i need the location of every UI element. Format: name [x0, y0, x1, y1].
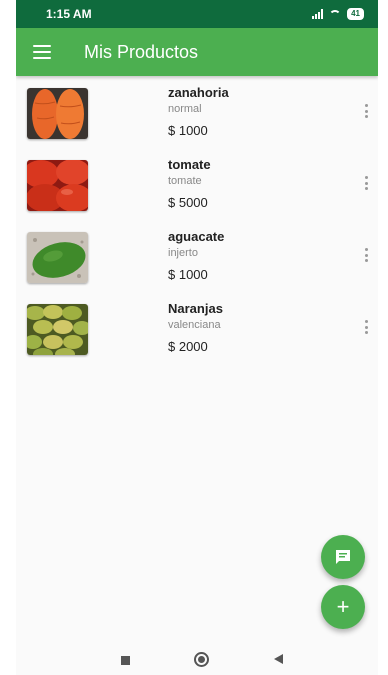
page-title: Mis Productos — [84, 41, 199, 62]
recent-apps-icon[interactable] — [121, 656, 130, 665]
product-price: $ 1000 — [168, 123, 208, 138]
app-bar: Mis Productos — [16, 28, 378, 76]
home-icon[interactable] — [194, 652, 209, 667]
list-item[interactable]: Naranjas valenciana $ 2000 — [16, 299, 378, 371]
product-info: aguacate injerto $ 1000 — [168, 229, 224, 283]
plus-icon: + — [336, 594, 350, 619]
product-description: normal — [168, 103, 202, 115]
back-icon[interactable] — [274, 654, 283, 664]
product-description: tomate — [168, 175, 202, 187]
carrot-image — [27, 88, 88, 139]
product-description: injerto — [168, 247, 198, 259]
add-product-button[interactable]: + — [321, 585, 365, 629]
phone-screen: 1:15 AM 41 Mis Productos zanahoria norma… — [16, 0, 378, 675]
more-options-icon[interactable] — [361, 173, 371, 193]
status-icons: 41 — [312, 8, 364, 20]
list-item[interactable]: zanahoria normal $ 1000 — [16, 83, 378, 155]
battery-icon: 41 — [347, 8, 364, 20]
status-bar: 1:15 AM 41 — [16, 0, 378, 28]
chat-icon — [336, 550, 350, 564]
product-name: tomate — [168, 157, 211, 172]
product-info: Naranjas valenciana $ 2000 — [168, 301, 223, 355]
system-nav-bar — [16, 640, 378, 675]
list-item[interactable]: aguacate injerto $ 1000 — [16, 227, 378, 299]
menu-icon[interactable] — [33, 45, 51, 59]
list-item[interactable]: tomate tomate $ 5000 — [16, 155, 378, 227]
signal-icon — [312, 9, 324, 19]
product-info: tomate tomate $ 5000 — [168, 157, 211, 211]
more-options-icon[interactable] — [361, 101, 371, 121]
product-info: zanahoria normal $ 1000 — [168, 85, 229, 139]
status-time: 1:15 AM — [46, 7, 92, 21]
wifi-icon — [329, 9, 342, 19]
more-options-icon[interactable] — [361, 245, 371, 265]
more-options-icon[interactable] — [361, 317, 371, 337]
product-list: zanahoria normal $ 1000 tomate tomate $ … — [16, 76, 378, 371]
product-name: aguacate — [168, 229, 225, 244]
oranges-image — [27, 304, 88, 355]
product-name: Naranjas — [168, 301, 223, 316]
product-price: $ 5000 — [168, 195, 208, 210]
chat-button[interactable] — [321, 535, 365, 579]
product-name: zanahoria — [168, 85, 229, 100]
product-description: valenciana — [168, 319, 221, 331]
product-price: $ 2000 — [168, 339, 208, 354]
product-price: $ 1000 — [168, 267, 208, 282]
tomato-image — [27, 160, 88, 211]
avocado-image — [27, 232, 88, 283]
